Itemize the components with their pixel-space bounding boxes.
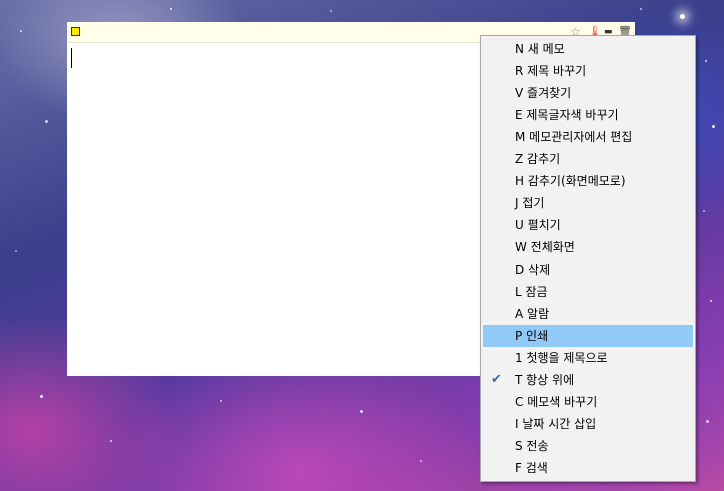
menu-item-label: P 인쇄 bbox=[515, 329, 549, 343]
menu-item-label: J 접기 bbox=[515, 196, 545, 210]
menu-item[interactable]: U 펼치기 bbox=[483, 214, 693, 236]
menu-item-label: Z 감추기 bbox=[515, 152, 561, 166]
menu-item-label: S 전송 bbox=[515, 439, 549, 453]
menu-item-label: N 새 메모 bbox=[515, 42, 565, 56]
menu-item[interactable]: A 알람 bbox=[483, 303, 693, 325]
menu-item-label: D 삭제 bbox=[515, 263, 551, 277]
memo-color-swatch[interactable] bbox=[71, 27, 80, 36]
menu-item[interactable]: N 새 메모 bbox=[483, 38, 693, 60]
menu-item[interactable]: V 즐겨찾기 bbox=[483, 82, 693, 104]
menu-item[interactable]: S 전송 bbox=[483, 435, 693, 457]
text-caret bbox=[71, 48, 72, 68]
menu-item[interactable]: E 제목글자색 바꾸기 bbox=[483, 104, 693, 126]
menu-item[interactable]: C 메모색 바꾸기 bbox=[483, 391, 693, 413]
menu-item-label: R 제목 바꾸기 bbox=[515, 64, 587, 78]
menu-item-label: W 전체화면 bbox=[515, 240, 575, 254]
menu-item[interactable]: 1 첫행을 제목으로 bbox=[483, 347, 693, 369]
menu-item[interactable]: M 메모관리자에서 편집 bbox=[483, 126, 693, 148]
menu-item[interactable]: P 인쇄 bbox=[483, 325, 693, 347]
menu-item[interactable]: Z 감추기 bbox=[483, 148, 693, 170]
menu-item-label: L 잠금 bbox=[515, 285, 548, 299]
menu-item-label: E 제목글자색 바꾸기 bbox=[515, 108, 619, 122]
menu-item-label: C 메모색 바꾸기 bbox=[515, 395, 598, 409]
menu-item[interactable]: R 제목 바꾸기 bbox=[483, 60, 693, 82]
checkmark-icon: ✔ bbox=[491, 372, 502, 387]
menu-item-label: M 메모관리자에서 편집 bbox=[515, 130, 633, 144]
menu-item-label: H 감추기(화면메모로) bbox=[515, 174, 626, 188]
menu-item-label: F 검색 bbox=[515, 461, 548, 475]
menu-item[interactable]: I 날짜 시간 삽입 bbox=[483, 413, 693, 435]
menu-item[interactable]: H 감추기(화면메모로) bbox=[483, 170, 693, 192]
menu-item-label: A 알람 bbox=[515, 307, 550, 321]
menu-item[interactable]: ✔ T 항상 위에 bbox=[483, 369, 693, 391]
menu-item[interactable]: D 삭제 bbox=[483, 259, 693, 281]
menu-item[interactable]: F 검색 bbox=[483, 457, 693, 479]
menu-item-label: U 펼치기 bbox=[515, 218, 561, 232]
menu-item-label: 1 첫행을 제목으로 bbox=[515, 351, 608, 365]
menu-item-label: V 즐겨찾기 bbox=[515, 86, 572, 100]
context-menu: N 새 메모 R 제목 바꾸기 V 즐겨찾기 E 제목글자색 바꾸기 M 메모관리자에서… bbox=[480, 35, 696, 482]
menu-item[interactable]: L 잠금 bbox=[483, 281, 693, 303]
menu-item-label: T 항상 위에 bbox=[515, 373, 575, 387]
menu-item-label: I 날짜 시간 삽입 bbox=[515, 417, 597, 431]
menu-item[interactable]: W 전체화면 bbox=[483, 236, 693, 258]
menu-item[interactable]: J 접기 bbox=[483, 192, 693, 214]
